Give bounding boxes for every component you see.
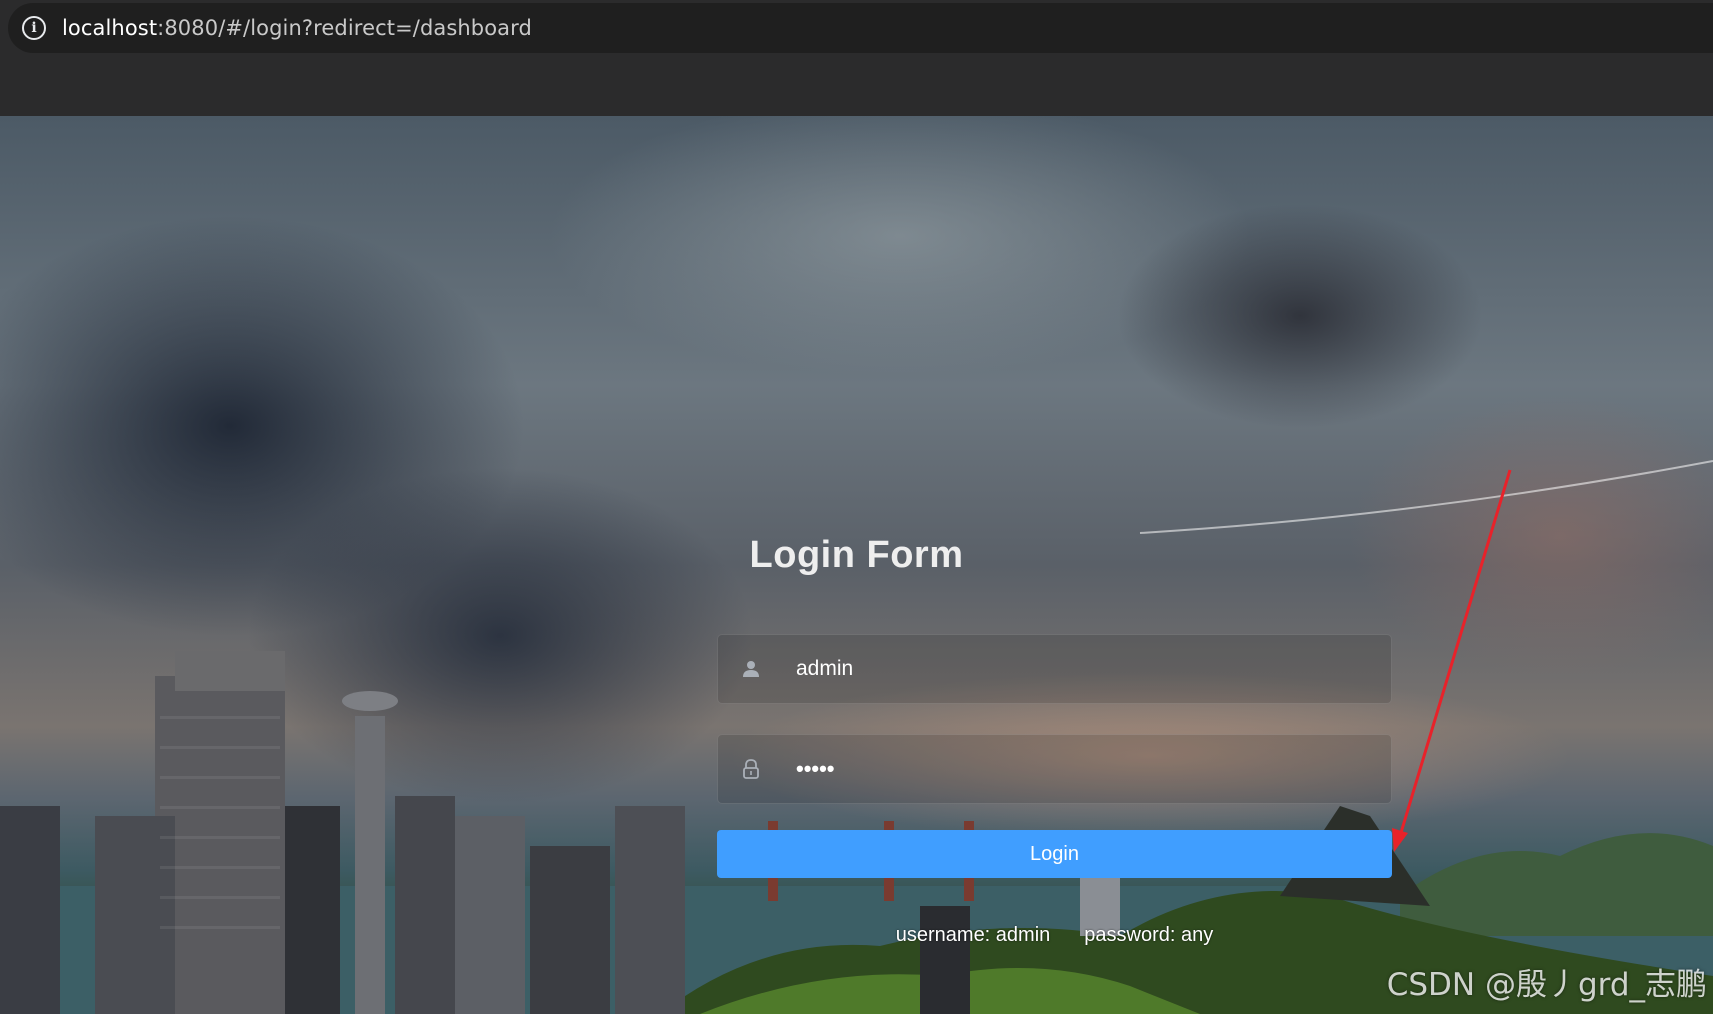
login-form: admin ••••• Login username: admin passwo…: [717, 634, 1392, 947]
login-button[interactable]: Login: [717, 830, 1392, 878]
page-title: Login Form: [749, 534, 964, 576]
login-title-wrap: Login Form: [0, 534, 1713, 577]
password-row[interactable]: •••••: [717, 734, 1392, 804]
user-icon: [718, 634, 784, 704]
address-bar[interactable]: i localhost:8080/#/login?redirect=/dashb…: [8, 3, 1713, 53]
lock-icon: [718, 734, 784, 804]
tip-username: username: admin: [895, 924, 1051, 946]
username-input[interactable]: admin: [784, 634, 1391, 704]
url-host: localhost: [62, 16, 158, 40]
tip-password: password: any: [1084, 924, 1214, 946]
url-path: :8080/#/login?redirect=/dashboard: [157, 16, 532, 40]
username-row[interactable]: admin: [717, 634, 1392, 704]
url-text[interactable]: localhost:8080/#/login?redirect=/dashboa…: [62, 16, 532, 40]
login-tips: username: admin password: any: [717, 924, 1392, 947]
password-input[interactable]: •••••: [784, 734, 1391, 804]
watermark: CSDN @殷丿grd_志鹏: [1386, 967, 1707, 1003]
browser-chrome: i localhost:8080/#/login?redirect=/dashb…: [0, 0, 1713, 116]
login-page: Login Form admin ••••• Login username: a…: [0, 116, 1713, 1014]
info-icon[interactable]: i: [22, 16, 46, 40]
